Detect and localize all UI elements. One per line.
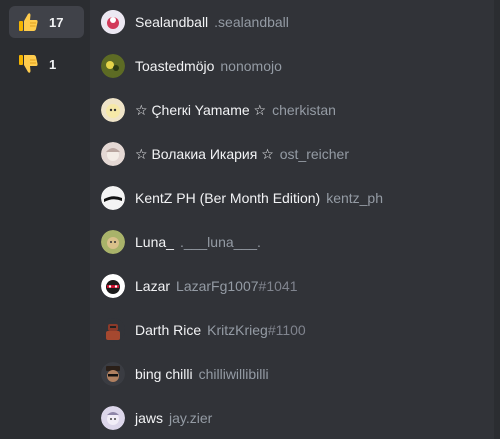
- avatar: [101, 230, 125, 254]
- display-name: Toastedmöjo: [135, 58, 215, 74]
- display-name: ☆ Волакиа Икария ☆: [135, 145, 274, 162]
- avatar: [101, 362, 125, 386]
- display-name: Sealandball: [135, 14, 209, 30]
- username: chilliwillibilli: [198, 366, 269, 382]
- username: LazarFg1007#1041: [176, 278, 297, 294]
- discriminator: #1041: [258, 278, 298, 294]
- display-name: bing chilli: [135, 366, 193, 382]
- reaction-count: 1: [49, 56, 57, 72]
- list-item[interactable]: KentZ PH (Ber Month Edition) kentz_ph: [90, 176, 500, 220]
- thumbs-down-icon: [17, 53, 39, 75]
- username: cherkistan: [272, 102, 336, 118]
- username-text: LazarFg1007: [176, 278, 259, 294]
- username: ost_reicher: [279, 146, 350, 162]
- username: jay.zier: [169, 410, 213, 426]
- reaction-sidebar: 17 1: [0, 0, 90, 439]
- scrollbar[interactable]: [494, 0, 500, 439]
- display-name: Darth Rice: [135, 322, 202, 338]
- display-name: KentZ PH (Ber Month Edition): [135, 190, 321, 206]
- avatar: [101, 274, 125, 298]
- thumbs-up-icon: [17, 11, 39, 33]
- list-item[interactable]: Darth Rice KritzKrieg#1100: [90, 308, 500, 352]
- avatar: [101, 10, 125, 34]
- list-item[interactable]: Sealandball .sealandball: [90, 0, 500, 44]
- list-item[interactable]: ☆ Волакиа Икария ☆ ost_reicher: [90, 132, 500, 176]
- user-list: Sealandball .sealandball Toastedmöjo non…: [90, 0, 500, 439]
- avatar: [101, 142, 125, 166]
- list-item[interactable]: Luna_ .___luna___.: [90, 220, 500, 264]
- reactor-list-panel: Sealandball .sealandball Toastedmöjo non…: [90, 0, 500, 439]
- display-name: ☆ Çherкi Yamame ☆: [135, 101, 267, 118]
- avatar: [101, 186, 125, 210]
- reactions-popout: 17 1 Sealandball .sealandball Toastedmöj…: [0, 0, 500, 439]
- display-name: Luna_: [135, 234, 174, 250]
- username: kentz_ph: [326, 190, 384, 206]
- reaction-thumbs-down[interactable]: 1: [9, 48, 84, 80]
- username: .___luna___.: [179, 234, 261, 250]
- reaction-count: 17: [49, 14, 64, 30]
- list-item[interactable]: Toastedmöjo nonomojo: [90, 44, 500, 88]
- list-item[interactable]: bing chilli chilliwillibilli: [90, 352, 500, 396]
- list-item[interactable]: jaws jay.zier: [90, 396, 500, 439]
- list-item[interactable]: ☆ Çherкi Yamame ☆ cherkistan: [90, 88, 500, 132]
- display-name: Lazar: [135, 278, 171, 294]
- username: nonomojo: [220, 58, 282, 74]
- username-text: KritzKrieg: [207, 322, 268, 338]
- list-item[interactable]: Lazar LazarFg1007#1041: [90, 264, 500, 308]
- avatar: [101, 406, 125, 430]
- discriminator: #1100: [267, 322, 306, 338]
- avatar: [101, 98, 125, 122]
- avatar: [101, 318, 125, 342]
- avatar: [101, 54, 125, 78]
- reaction-thumbs-up[interactable]: 17: [9, 6, 84, 38]
- username: KritzKrieg#1100: [207, 322, 306, 338]
- display-name: jaws: [135, 410, 164, 426]
- username: .sealandball: [214, 14, 289, 30]
